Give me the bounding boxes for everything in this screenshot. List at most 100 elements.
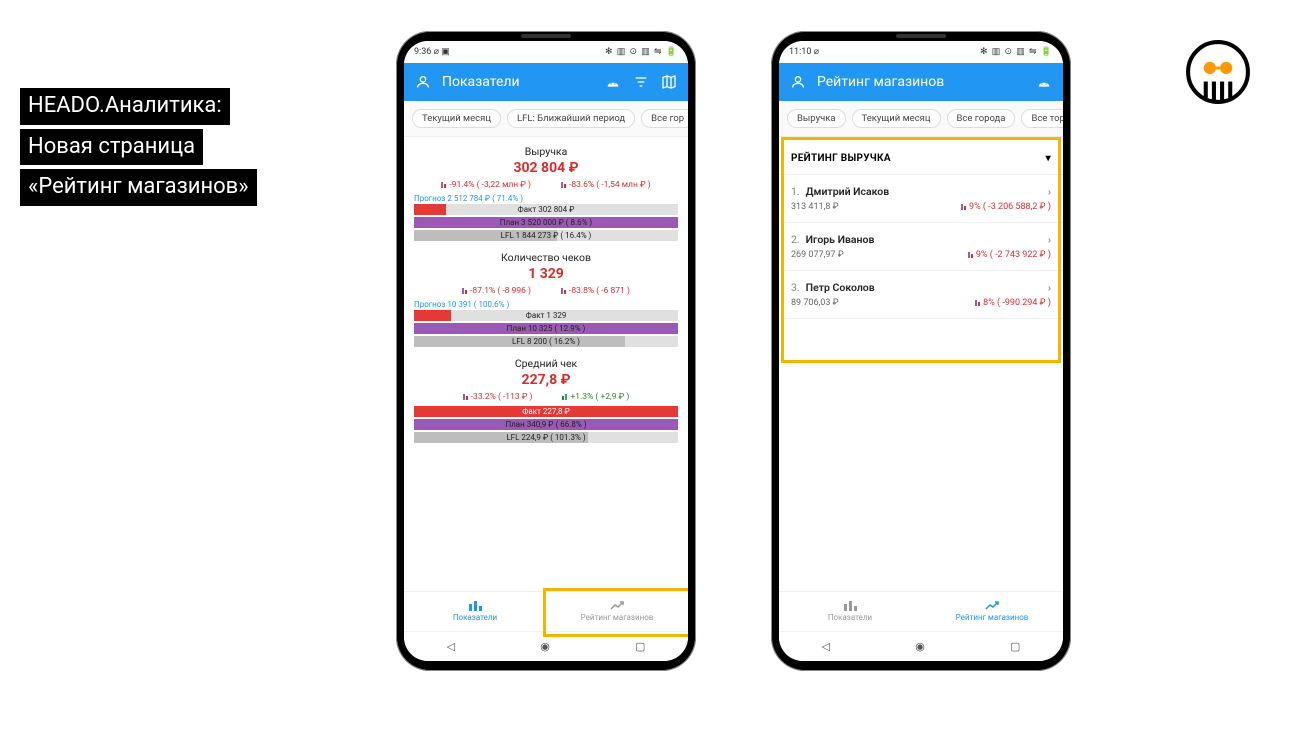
metric-block: Количество чеков 1 329 -87.1% ( -8 996 )… bbox=[404, 251, 688, 355]
metric-block: Средний чек 227,8 ₽ -33.2% ( -113 ₽ ) +1… bbox=[404, 357, 688, 451]
overlay-line-1: HEADO.Аналитика: bbox=[20, 88, 230, 125]
rating-item[interactable]: 1. Дмитрий Исаков › 313 411,8 ₽ 9% ( -3 … bbox=[779, 175, 1063, 223]
metric-bar-row: LFL 8 200 ( 16.2% ) bbox=[414, 336, 678, 347]
bars-icon bbox=[468, 601, 482, 611]
delta-bars-icon bbox=[441, 182, 446, 188]
status-time: 9:36 bbox=[414, 47, 431, 57]
bottom-tabs: Показатели Рейтинг магазинов bbox=[779, 591, 1063, 631]
delta-bars-icon bbox=[463, 394, 468, 400]
chip-metric[interactable]: Выручка bbox=[787, 109, 846, 128]
chip-period[interactable]: Текущий месяц bbox=[852, 109, 941, 128]
rating-section-header[interactable]: РЕЙТИНГ ВЫРУЧКА ▾ bbox=[779, 143, 1063, 175]
trend-icon bbox=[985, 601, 999, 611]
status-bar: 11:10 ⌀ ✻ ▥ ⊙ ▥ ⇋ 🔋 bbox=[779, 41, 1063, 63]
appbar-title: Рейтинг магазинов bbox=[817, 74, 1025, 90]
chip-period[interactable]: Текущий месяц bbox=[412, 109, 501, 128]
metric-title: Средний чек bbox=[414, 357, 678, 370]
delta-bars-icon bbox=[462, 288, 467, 294]
metric-block: Выручка 302 804 ₽ -91.4% ( -3,22 млн ₽ )… bbox=[404, 145, 688, 249]
overlay-line-2: Новая страница bbox=[20, 129, 203, 166]
tab-indicators[interactable]: Показатели bbox=[779, 592, 921, 631]
rating-value: 89 706,03 ₽ bbox=[791, 298, 839, 308]
nav-back[interactable]: ◁ bbox=[447, 640, 455, 653]
tab-rating[interactable]: Рейтинг магазинов bbox=[546, 592, 688, 631]
delta-bars-icon bbox=[562, 394, 567, 400]
metric-delta-1: -33.2% ( -113 ₽ ) bbox=[463, 392, 533, 402]
rating-delta: 9% ( -2 743 922 ₽ ) bbox=[968, 250, 1051, 260]
metric-delta-2: +1.3% ( +2,9 ₽ ) bbox=[562, 392, 629, 402]
metric-value: 1 329 bbox=[414, 266, 678, 282]
phone-frame-left: 9:36 ⌀ ▣ ✻ ▥ ⊙ ▥ ⇋ 🔋 Показатели Текущий … bbox=[396, 31, 696, 671]
app-bar: Рейтинг магазинов bbox=[779, 63, 1063, 101]
tab-label: Показатели bbox=[828, 613, 872, 622]
chip-territory[interactable]: Все тор bbox=[1021, 109, 1063, 128]
metric-delta-1: -87.1% ( -8 996 ) bbox=[462, 286, 531, 296]
nav-home[interactable]: ◉ bbox=[540, 640, 550, 653]
metric-delta-2: -83.6% ( -1,54 млн ₽ ) bbox=[561, 180, 651, 190]
app-bar: Показатели bbox=[404, 63, 688, 101]
metric-bar-row: План 340,9 ₽ ( 66.8% ) bbox=[414, 419, 678, 430]
rating-value: 313 411,8 ₽ bbox=[791, 202, 839, 212]
rating-content[interactable]: РЕЙТИНГ ВЫРУЧКА ▾ 1. Дмитрий Исаков › 31… bbox=[779, 137, 1063, 591]
nav-home[interactable]: ◉ bbox=[915, 640, 925, 653]
map-icon[interactable] bbox=[660, 73, 678, 91]
metric-title: Выручка bbox=[414, 145, 678, 158]
nav-recent[interactable]: ▢ bbox=[1010, 640, 1020, 653]
chip-city[interactable]: Все гор bbox=[641, 109, 688, 128]
chevron-right-icon: › bbox=[1048, 281, 1051, 294]
rating-value: 269 077,97 ₽ bbox=[791, 250, 844, 260]
nav-recent[interactable]: ▢ bbox=[635, 640, 645, 653]
rating-name: Петр Соколов bbox=[806, 281, 875, 294]
tab-rating[interactable]: Рейтинг магазинов bbox=[921, 592, 1063, 631]
status-left-icons: ⌀ ▣ bbox=[434, 47, 450, 57]
phone-frame-right: 11:10 ⌀ ✻ ▥ ⊙ ▥ ⇋ 🔋 Рейтинг магазинов Вы… bbox=[771, 31, 1071, 671]
tab-label: Рейтинг магазинов bbox=[956, 613, 1029, 622]
rating-item[interactable]: 3. Петр Соколов › 89 706,03 ₽ 8% ( -990 … bbox=[779, 271, 1063, 319]
status-right-icons: ✻ ▥ ⊙ ▥ ⇋ 🔋 bbox=[980, 47, 1053, 57]
metrics-content[interactable]: Выручка 302 804 ₽ -91.4% ( -3,22 млн ₽ )… bbox=[404, 137, 688, 591]
rating-rank: 3. bbox=[791, 281, 800, 294]
delta-bars-icon bbox=[961, 204, 966, 210]
tab-label: Показатели bbox=[453, 613, 497, 622]
metric-delta-1: -91.4% ( -3,22 млн ₽ ) bbox=[441, 180, 531, 190]
filter-chips: Текущий месяц LFL: Ближайший период Все … bbox=[404, 101, 688, 137]
rating-name: Дмитрий Исаков bbox=[806, 185, 890, 198]
metric-bar-row: Факт 227,8 ₽ bbox=[414, 406, 678, 417]
metric-delta-2: -83.8% ( -6 871 ) bbox=[561, 286, 630, 296]
rating-header-label: РЕЙТИНГ ВЫРУЧКА bbox=[791, 153, 891, 164]
android-icon[interactable] bbox=[604, 73, 622, 91]
filter-icon[interactable] bbox=[632, 73, 650, 91]
dropdown-icon: ▾ bbox=[1046, 153, 1051, 164]
android-navbar: ◁ ◉ ▢ bbox=[779, 631, 1063, 661]
android-icon[interactable] bbox=[1035, 73, 1053, 91]
delta-bars-icon bbox=[561, 288, 566, 294]
metric-title: Количество чеков bbox=[414, 251, 678, 264]
overlay-line-3: «Рейтинг магазинов» bbox=[20, 169, 257, 206]
brand-logo bbox=[1184, 38, 1252, 106]
metric-bar-row: План 10 325 ( 12.9% ) bbox=[414, 323, 678, 334]
metric-prognoz: Прогноз 10 391 ( 100.6% ) bbox=[414, 300, 678, 309]
android-navbar: ◁ ◉ ▢ bbox=[404, 631, 688, 661]
overlay-title: HEADO.Аналитика: Новая страница «Рейтинг… bbox=[20, 88, 257, 206]
chevron-right-icon: › bbox=[1048, 185, 1051, 198]
trend-icon bbox=[610, 601, 624, 611]
status-right-icons: ✻ ▥ ⊙ ▥ ⇋ 🔋 bbox=[605, 47, 678, 57]
delta-bars-icon bbox=[975, 300, 980, 306]
metric-bar-row: LFL 1 844 273 ₽ ( 16.4% ) bbox=[414, 230, 678, 241]
metric-bar-row: План 3 520 000 ₽ ( 8.6% ) bbox=[414, 217, 678, 228]
rating-rank: 1. bbox=[791, 185, 800, 198]
chip-lfl[interactable]: LFL: Ближайший период bbox=[507, 109, 635, 128]
rating-item[interactable]: 2. Игорь Иванов › 269 077,97 ₽ 9% ( -2 7… bbox=[779, 223, 1063, 271]
profile-icon[interactable] bbox=[414, 73, 432, 91]
nav-back[interactable]: ◁ bbox=[822, 640, 830, 653]
chip-city[interactable]: Все города bbox=[947, 109, 1016, 128]
metric-bar-row: Факт 302 804 ₽ bbox=[414, 204, 678, 215]
rating-delta: 9% ( -3 206 588,2 ₽ ) bbox=[961, 202, 1051, 212]
metric-bar-row: LFL 224,9 ₽ ( 101.3% ) bbox=[414, 432, 678, 443]
rating-rank: 2. bbox=[791, 233, 800, 246]
tab-indicators[interactable]: Показатели bbox=[404, 592, 546, 631]
filter-chips: Выручка Текущий месяц Все города Все тор bbox=[779, 101, 1063, 137]
profile-icon[interactable] bbox=[789, 73, 807, 91]
rating-name: Игорь Иванов bbox=[806, 233, 875, 246]
bars-icon bbox=[843, 601, 857, 611]
